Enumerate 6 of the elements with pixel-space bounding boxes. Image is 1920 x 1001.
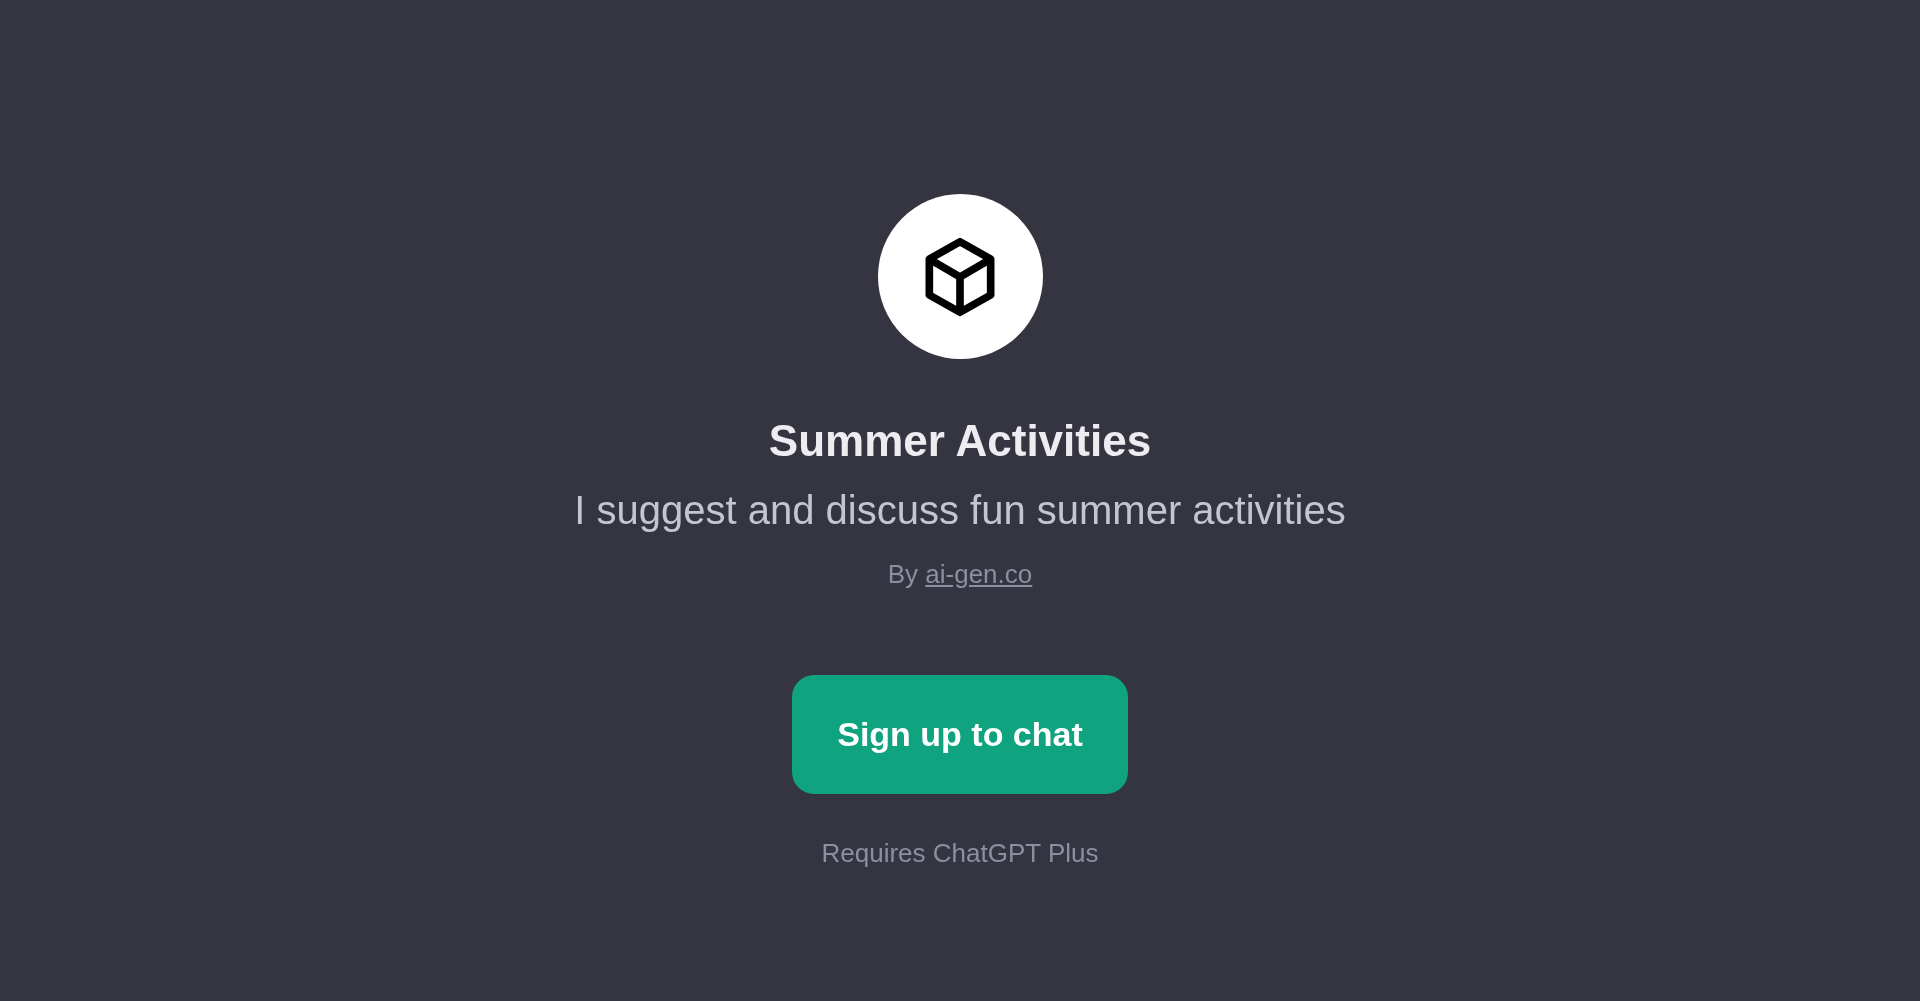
requirement-note: Requires ChatGPT Plus — [821, 838, 1099, 868]
author-link[interactable]: ai-gen.co — [925, 559, 1033, 589]
author-prefix: By — [887, 559, 919, 589]
gpt-title: Summer Activities — [768, 415, 1152, 467]
gpt-description: I suggest and discuss fun summer activities — [574, 487, 1346, 533]
sign-up-button[interactable]: Sign up to chat — [792, 675, 1128, 794]
